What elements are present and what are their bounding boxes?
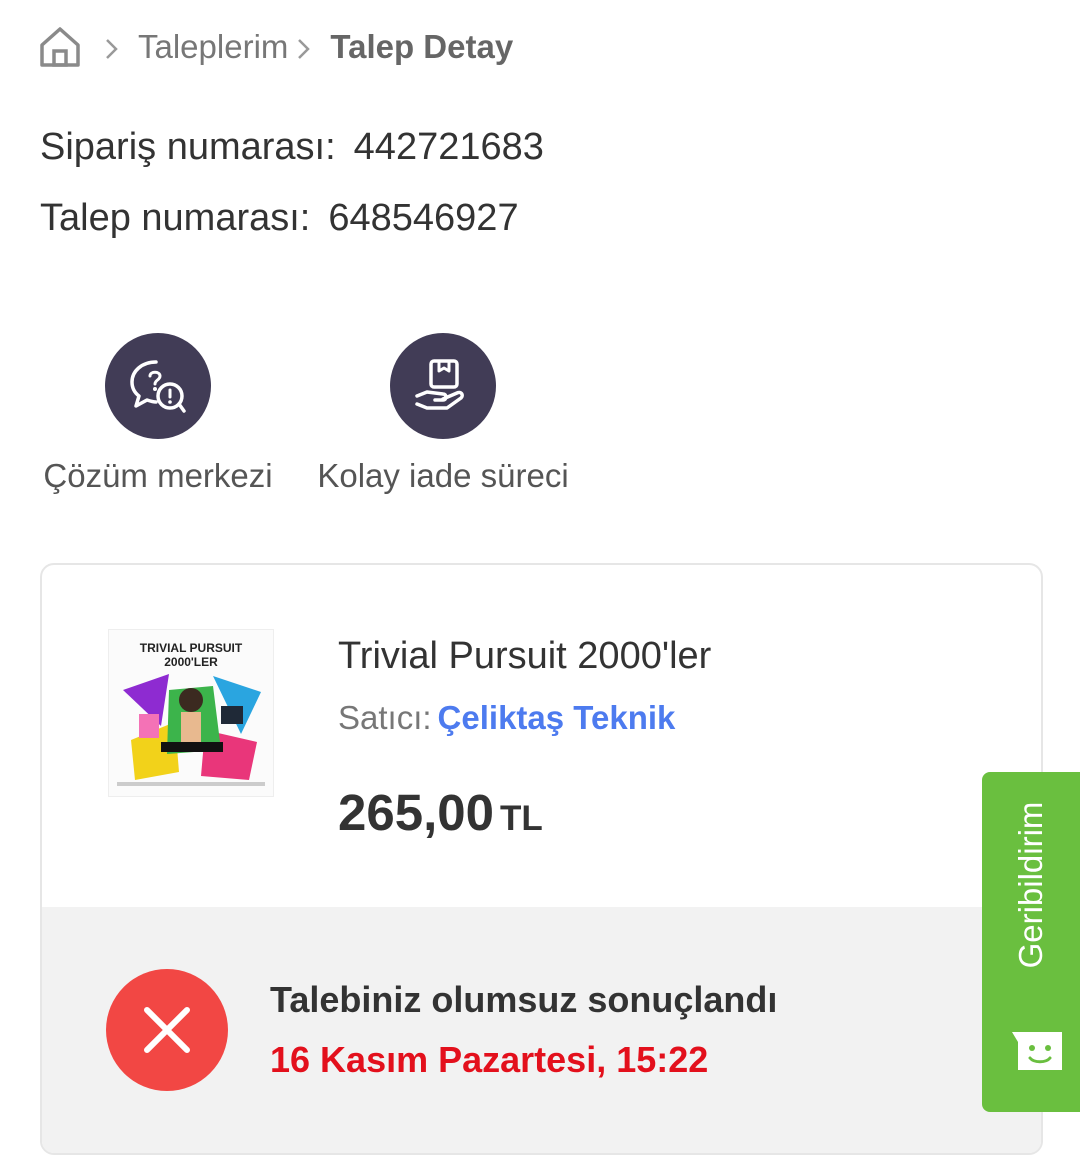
product-image-subtitle: 2000'LER	[164, 655, 218, 669]
breadcrumb: Taleplerim Talep Detay	[38, 18, 513, 76]
easy-return-button[interactable]: Kolay iade süreci	[316, 333, 570, 495]
request-number-label: Talep numarası:	[40, 197, 311, 239]
seller-row: Satıcı: Çeliktaş Teknik	[338, 699, 675, 737]
order-number-label: Sipariş numarası:	[40, 126, 336, 168]
breadcrumb-item-current: Talep Detay	[330, 28, 514, 65]
chevron-right-icon	[294, 33, 314, 61]
request-number-row: Talep numarası: 648546927	[40, 197, 519, 240]
price-value: 265,00	[338, 784, 494, 841]
status-title: Talebiniz olumsuz sonuçlandı	[270, 979, 778, 1020]
seller-link[interactable]: Çeliktaş Teknik	[438, 699, 676, 736]
request-number-value: 648546927	[328, 197, 519, 239]
easy-return-label[interactable]: Kolay iade süreci	[317, 457, 568, 495]
hand-package-icon	[415, 359, 464, 410]
request-status: Talebiniz olumsuz sonuçlandı 16 Kasım Pa…	[42, 907, 1041, 1153]
easy-return-circle[interactable]	[390, 333, 496, 439]
seller-label: Satıcı:	[338, 699, 432, 736]
home-icon[interactable]	[38, 25, 82, 69]
solution-center-button[interactable]: Çözüm merkezi	[40, 333, 276, 495]
request-card: TRIVIAL PURSUIT 2000'LER Trivial Pursuit…	[40, 563, 1043, 1155]
close-circle-icon	[106, 969, 228, 1091]
price-currency: TL	[500, 799, 543, 838]
smile-chat-icon	[1012, 1032, 1062, 1070]
order-number-row: Sipariş numarası: 442721683	[40, 126, 544, 169]
status-date: 16 Kasım Pazartesi, 15:22	[270, 1039, 709, 1080]
chevron-right-icon	[102, 33, 122, 61]
product-price: 265,00 TL	[338, 783, 543, 842]
solution-center-circle[interactable]	[105, 333, 211, 439]
feedback-label[interactable]: Geribildirim	[1012, 802, 1050, 969]
product-name[interactable]: Trivial Pursuit 2000'ler	[338, 635, 711, 678]
product-image[interactable]: TRIVIAL PURSUIT 2000'LER	[108, 629, 274, 797]
feedback-tab[interactable]: Geribildirim	[982, 772, 1080, 1112]
order-number-value: 442721683	[353, 126, 544, 168]
breadcrumb-item-taleplerim[interactable]: Taleplerim	[138, 28, 288, 66]
chat-question-icon	[130, 360, 186, 413]
product-image-title: TRIVIAL PURSUIT	[140, 641, 243, 655]
solution-center-label[interactable]: Çözüm merkezi	[43, 457, 272, 495]
